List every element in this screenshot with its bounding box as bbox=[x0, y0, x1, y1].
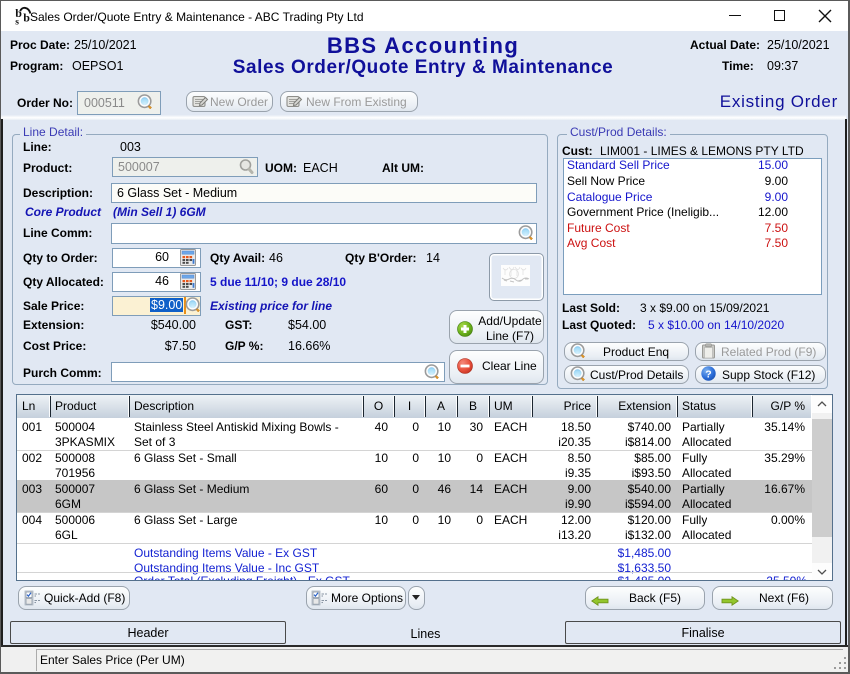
svg-text:?: ? bbox=[705, 368, 711, 380]
svg-text:s: s bbox=[15, 18, 19, 28]
